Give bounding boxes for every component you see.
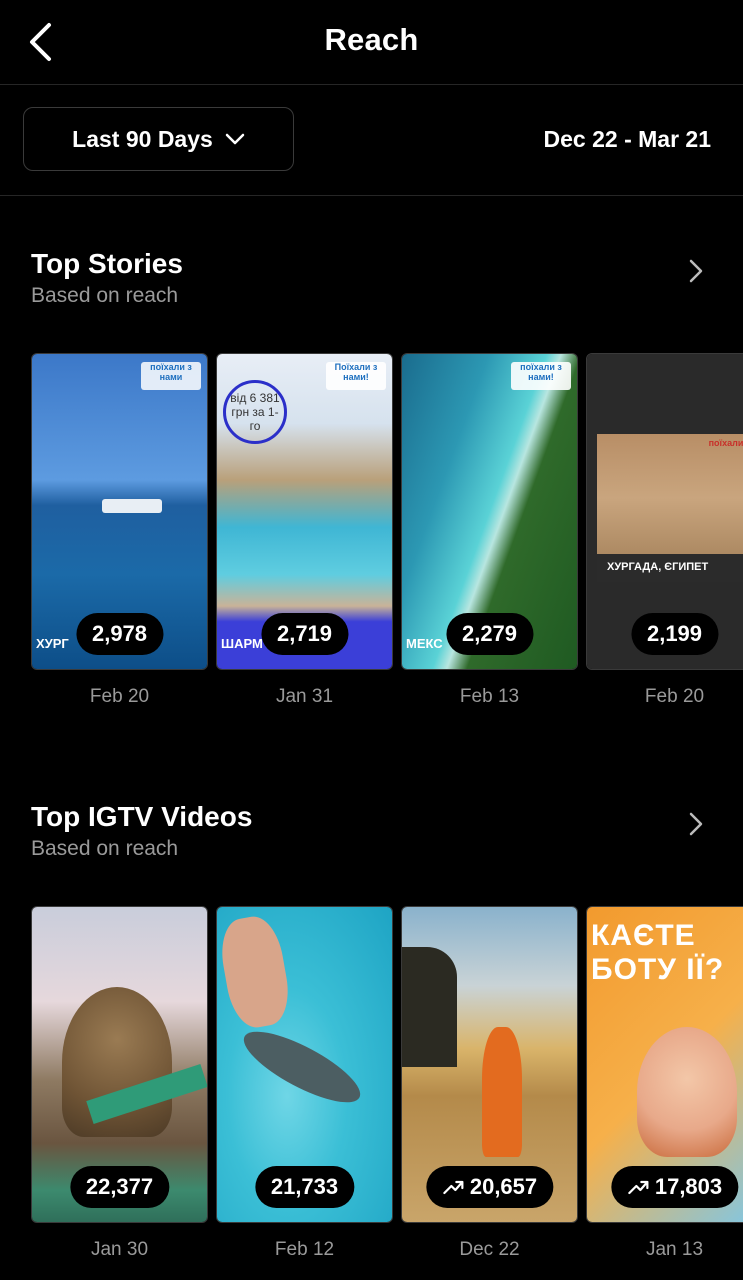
igtv-thumbnail[interactable]: 20,657 <box>401 906 578 1223</box>
top-bar: Reach <box>0 0 743 85</box>
reach-badge: 2,978 <box>75 613 164 655</box>
reach-value: 20,657 <box>469 1174 538 1199</box>
reach-value: 2,719 <box>276 621 333 646</box>
story-thumbnail[interactable]: ХУРГАДА, ЄГИПЕТ поїхали 2,199 <box>586 353 743 670</box>
section-subtitle: Based on reach <box>31 284 179 307</box>
reach-badge: 2,279 <box>445 613 534 655</box>
trending-up-icon <box>627 1180 648 1195</box>
reach-badge: 17,803 <box>610 1166 739 1208</box>
stories-section-header[interactable]: Top Stories Based on reach <box>31 248 711 308</box>
reach-badge: 2,719 <box>260 613 349 655</box>
igtv-section-header[interactable]: Top IGTV Videos Based on reach <box>31 801 711 861</box>
date-range-label: Last 90 Days <box>72 125 213 152</box>
reach-badge: 22,377 <box>69 1166 170 1208</box>
story-thumbnail[interactable]: від 6 381 грн за 1-го Поїхали з нами! ША… <box>216 353 393 670</box>
story-caption: ХУРГАДА, ЄГИПЕТ <box>607 561 709 573</box>
trending-up-icon <box>442 1180 463 1195</box>
story-caption: МЕКС <box>406 636 443 651</box>
reach-value: 2,978 <box>91 621 148 646</box>
story-logo: поїхали з нами <box>150 362 192 382</box>
story-logo: Поїхали з нами! <box>334 362 378 382</box>
reach-badge: 2,199 <box>630 613 719 655</box>
igtv-date: Feb 12 <box>274 1239 335 1260</box>
section-subtitle: Based on reach <box>31 837 179 860</box>
igtv-date: Dec 22 <box>459 1239 520 1260</box>
story-caption: ХУРГ <box>36 636 69 651</box>
story-date: Jan 31 <box>275 686 334 707</box>
story-logo: поїхали з нами! <box>520 362 562 382</box>
story-date: Feb 13 <box>459 686 520 707</box>
price-circle: від 6 381 грн за 1-го <box>223 380 287 444</box>
story-thumbnail[interactable]: поїхали з нами! МЕКС 2,279 <box>401 353 578 670</box>
igtv-date: Jan 30 <box>90 1239 149 1260</box>
page-title: Reach <box>324 22 419 57</box>
story-logo: поїхали <box>708 438 743 448</box>
reach-value: 2,279 <box>461 621 518 646</box>
filter-row: Last 90 Days Dec 22 - Mar 21 <box>0 86 743 196</box>
section-title: Top Stories <box>31 248 183 279</box>
story-date: Feb 20 <box>644 686 705 707</box>
igtv-thumbnail[interactable]: 22,377 <box>31 906 208 1223</box>
story-date: Feb 20 <box>89 686 150 707</box>
story-thumbnail[interactable]: поїхали з нами ХУРГ 2,978 <box>31 353 208 670</box>
reach-badge: 20,657 <box>425 1166 554 1208</box>
igtv-thumbnail[interactable]: КАЄТЕ БОТУ ІЇ? 17,803 <box>586 906 743 1223</box>
igtv-date: Jan 13 <box>645 1239 704 1260</box>
igtv-carousel[interactable]: 22,377 Jan 30 21,733 Feb 12 20,657 Dec 2… <box>0 906 743 1266</box>
poster-text: КАЄТЕ БОТУ ІЇ? <box>591 919 725 986</box>
story-caption: ШАРМ <box>221 636 263 651</box>
chevron-right-icon[interactable] <box>681 256 711 286</box>
reach-value: 17,803 <box>654 1174 723 1199</box>
chevron-down-icon <box>225 133 245 145</box>
section-title: Top IGTV Videos <box>31 801 253 832</box>
reach-badge: 21,733 <box>254 1166 355 1208</box>
date-range-dropdown[interactable]: Last 90 Days <box>23 107 294 171</box>
reach-value: 22,377 <box>85 1174 154 1199</box>
stories-carousel[interactable]: поїхали з нами ХУРГ 2,978 Feb 20 від 6 3… <box>0 353 743 713</box>
reach-value: 2,199 <box>646 621 703 646</box>
chevron-right-icon[interactable] <box>681 809 711 839</box>
date-range-text: Dec 22 - Mar 21 <box>543 126 711 152</box>
igtv-thumbnail[interactable]: 21,733 <box>216 906 393 1223</box>
reach-value: 21,733 <box>270 1174 339 1199</box>
